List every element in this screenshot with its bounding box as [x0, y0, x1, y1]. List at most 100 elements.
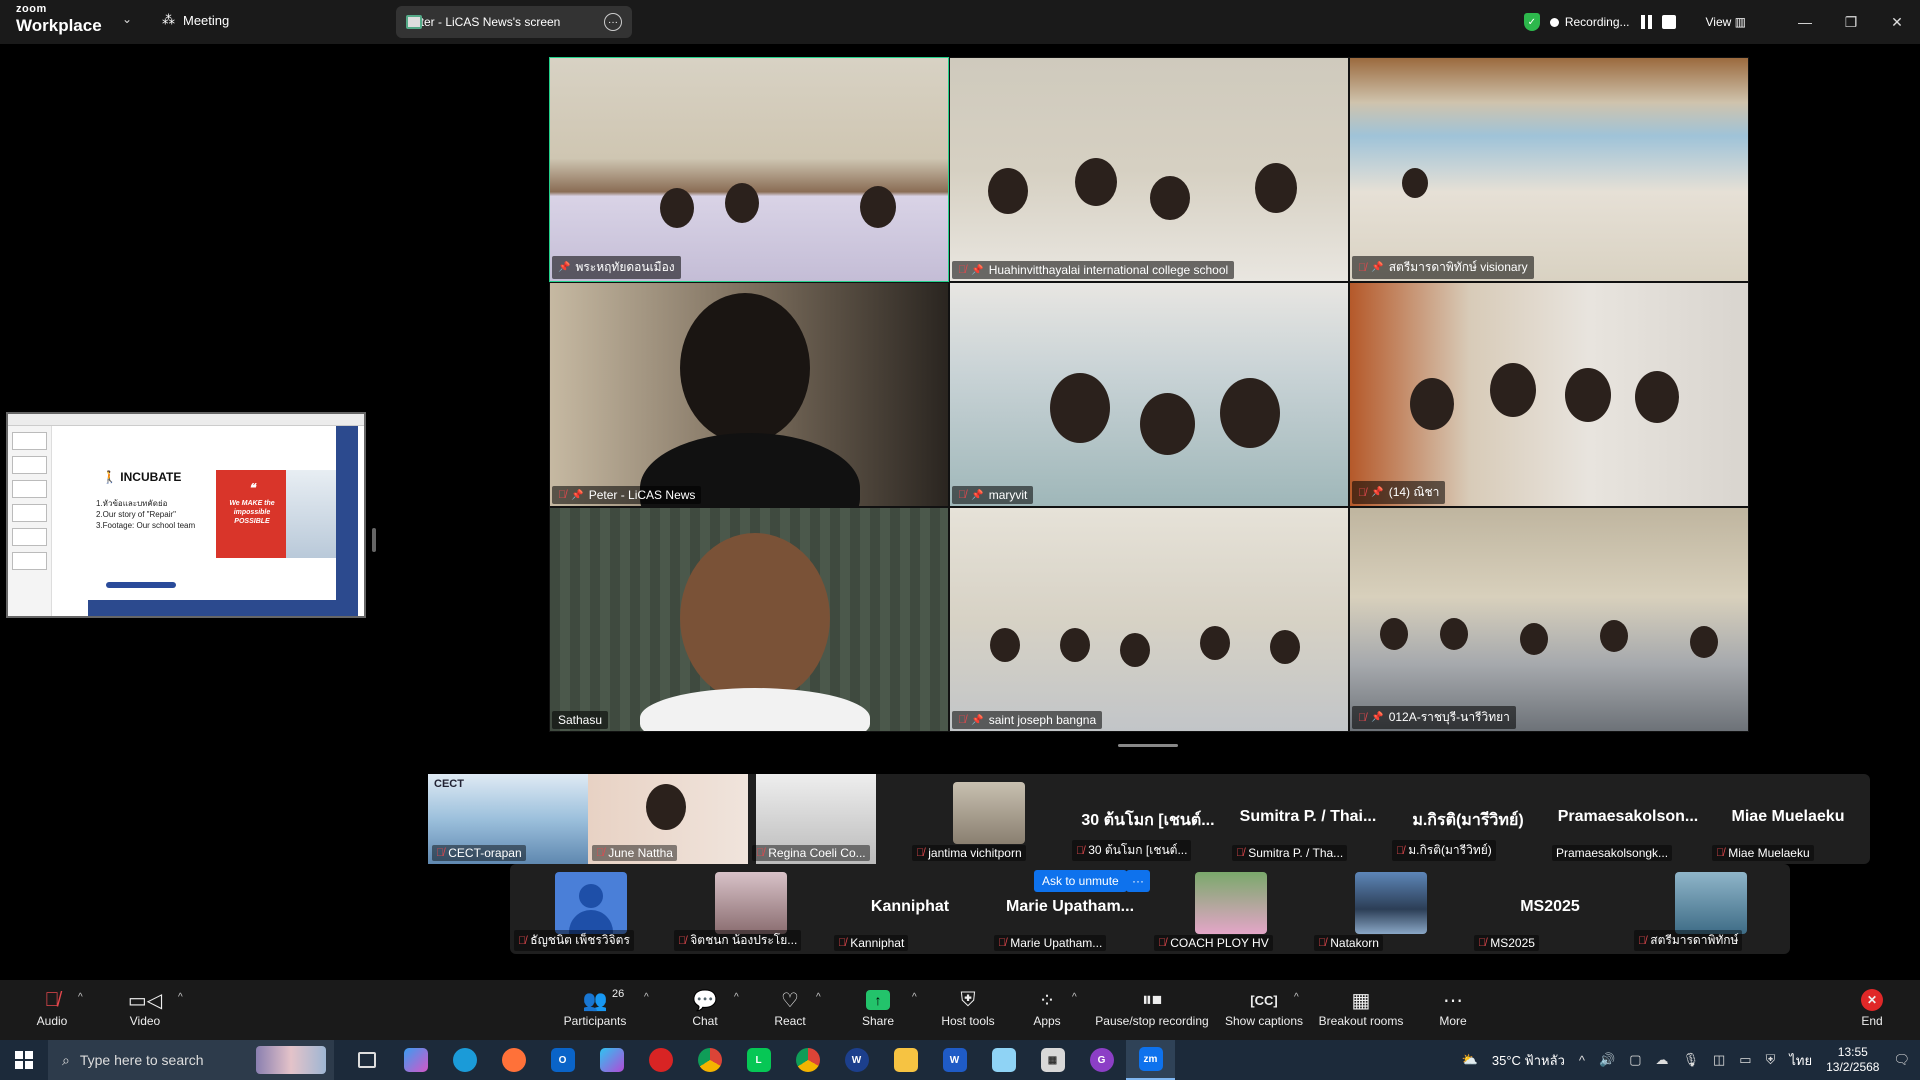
- network-icon[interactable]: ▭: [1739, 1052, 1751, 1068]
- line-app[interactable]: L: [734, 1040, 783, 1080]
- calculator-app[interactable]: ▦: [1028, 1040, 1077, 1080]
- clock[interactable]: 13:55 13/2/2568: [1826, 1045, 1879, 1075]
- minimize-icon[interactable]: —: [1782, 14, 1828, 30]
- security-icon[interactable]: ⛨: [1766, 1052, 1776, 1068]
- zoom-tray-icon[interactable]: ◫: [1713, 1052, 1725, 1068]
- video-tile[interactable]: 📌 พระหฤทัยดอนเมือง: [549, 57, 949, 282]
- shared-screen-preview[interactable]: 🚶 INCUBATE 1.หัวข้อและบทคัดย่อ 2.Our sto…: [6, 412, 366, 618]
- onedrive-cloud-icon[interactable]: ☁: [1655, 1052, 1668, 1068]
- encryption-shield-icon[interactable]: ✓: [1523, 13, 1540, 31]
- participant-thumbnail[interactable]: Kanniphat 🎙̸ Kanniphat: [830, 864, 990, 954]
- stop-recording-icon[interactable]: [1661, 15, 1676, 29]
- outlook-app[interactable]: O: [538, 1040, 587, 1080]
- taskbar-search-box[interactable]: ⌕ Type here to search: [48, 1040, 334, 1080]
- acrobat-app[interactable]: [636, 1040, 685, 1080]
- video-tile[interactable]: 🎙̸ 📌 012A-ราชบุรี-นารีวิทยา: [1349, 507, 1749, 732]
- audio-button[interactable]: 🎙̸ Audio: [30, 986, 74, 1029]
- react-caret-icon[interactable]: ^: [816, 992, 821, 1003]
- participant-thumbnail[interactable]: 🎙̸ สตรีมารดาพิทักษ์: [1630, 864, 1790, 954]
- thumbnail-more-button[interactable]: ···: [1126, 870, 1150, 892]
- video-tile[interactable]: 🎙̸ 📌 maryvit: [949, 282, 1349, 507]
- edge-app[interactable]: [440, 1040, 489, 1080]
- apps-button[interactable]: ⁘ Apps: [1032, 986, 1062, 1029]
- m365-app[interactable]: [587, 1040, 636, 1080]
- participant-thumbnail[interactable]: CECT 🎙̸ CECT-orapan: [428, 774, 588, 864]
- participant-thumbnail[interactable]: 🎙̸ จิตชนก น้องประโย...: [670, 864, 830, 954]
- chat-button[interactable]: 💬 Chat: [686, 986, 724, 1029]
- firefox-app[interactable]: [489, 1040, 538, 1080]
- participant-thumbnail[interactable]: Miae Muelaeku 🎙̸ Miae Muelaeku: [1708, 774, 1868, 864]
- participants-button[interactable]: 👥 26 Participants: [560, 986, 630, 1028]
- participant-figure: [1490, 363, 1536, 417]
- more-label: More: [1439, 1014, 1467, 1028]
- video-tile[interactable]: Sathasu: [549, 507, 949, 732]
- gallery-page-handle[interactable]: [1118, 744, 1178, 747]
- participants-caret-icon[interactable]: ^: [644, 992, 649, 1003]
- webex-app[interactable]: W: [832, 1040, 881, 1080]
- video-camera-icon: ▭◁: [127, 989, 163, 1012]
- close-icon[interactable]: ✕: [1874, 14, 1920, 31]
- participant-thumbnail[interactable]: 🎙̸ ธัญชนิต เพ็ชรวิจิตร: [510, 864, 670, 954]
- more-button[interactable]: ⋯ More: [1436, 986, 1470, 1029]
- tasks-app[interactable]: G: [1077, 1040, 1126, 1080]
- react-button[interactable]: ♡ React: [770, 986, 810, 1029]
- video-tile[interactable]: 🎙̸ 📌 saint joseph bangna: [949, 507, 1349, 732]
- microphone-icon[interactable]: 🎙: [1682, 1052, 1699, 1068]
- notifications-icon[interactable]: 🗨: [1893, 1052, 1910, 1068]
- speaker-icon[interactable]: 🔊: [1599, 1052, 1615, 1068]
- chat-caret-icon[interactable]: ^: [734, 992, 739, 1003]
- participant-thumbnail[interactable]: 🎙̸ June Nattha: [588, 774, 748, 864]
- pause-recording-icon[interactable]: [1640, 15, 1654, 29]
- participant-thumbnail[interactable]: Sumitra P. / Thai... 🎙̸ Sumitra P. / Tha.…: [1228, 774, 1388, 864]
- participant-thumbnail[interactable]: MS2025 🎙̸ MS2025: [1470, 864, 1630, 954]
- chrome-app[interactable]: [685, 1040, 734, 1080]
- apps-caret-icon[interactable]: ^: [1072, 992, 1077, 1003]
- resize-handle[interactable]: [372, 528, 376, 552]
- zoom-icon: zm: [1138, 1047, 1163, 1071]
- video-tile[interactable]: 🎙̸ 📌 Peter - LiCAS News: [549, 282, 949, 507]
- participant-thumbnail[interactable]: 🎙̸ COACH PLOY HV: [1150, 864, 1310, 954]
- participant-thumbnail[interactable]: 🎙̸ Regina Coeli Co...: [748, 774, 908, 864]
- host-tools-button[interactable]: ⛨ Host tools: [936, 986, 1000, 1029]
- pause-stop-recording-button[interactable]: ⏸⏹ Pause/stop recording: [1094, 986, 1210, 1029]
- video-tile[interactable]: 🎙̸ 📌 (14) ณิชา: [1349, 282, 1749, 507]
- file-explorer-app[interactable]: [881, 1040, 930, 1080]
- start-button[interactable]: [0, 1040, 48, 1080]
- view-grid-icon: ▥: [1734, 15, 1746, 29]
- participant-figure: [1410, 378, 1454, 430]
- show-captions-button[interactable]: [CC] Show captions: [1224, 986, 1304, 1029]
- participant-name-label: 🎙̸ 📌 012A-ราชบุรี-นารีวิทยา: [1352, 706, 1516, 729]
- participant-thumbnail[interactable]: 🎙̸ jantima vichitporn: [908, 774, 1068, 864]
- end-button[interactable]: ✕ End: [1858, 986, 1886, 1028]
- input-language[interactable]: ไทย: [1789, 1050, 1812, 1071]
- meeting-menu[interactable]: ⁂ Meeting: [162, 12, 229, 28]
- restore-icon[interactable]: ❐: [1828, 14, 1874, 31]
- view-button[interactable]: View ▥: [1706, 15, 1746, 29]
- breakout-rooms-button[interactable]: ▦ Breakout rooms: [1318, 986, 1404, 1029]
- captions-caret-icon[interactable]: ^: [1294, 992, 1299, 1003]
- ask-to-unmute-button[interactable]: Ask to unmute: [1034, 870, 1127, 892]
- participant-thumbnail[interactable]: 🎙̸ Natakorn: [1310, 864, 1470, 954]
- zoom-app[interactable]: zm: [1126, 1040, 1175, 1080]
- participant-thumbnail[interactable]: Pramaesakolson... Pramaesakolsongk...: [1548, 774, 1708, 864]
- more-icon[interactable]: ···: [604, 13, 622, 31]
- notepad-app[interactable]: [979, 1040, 1028, 1080]
- task-view-button[interactable]: [342, 1040, 391, 1080]
- video-options-caret-icon[interactable]: ^: [178, 992, 183, 1003]
- share-button[interactable]: ↑ Share: [858, 986, 898, 1028]
- participant-thumbnail[interactable]: ม.กิรติ(มารีวิทย์) 🎙̸ ม.กิรติ(มารีวิทย์): [1388, 774, 1548, 864]
- share-caret-icon[interactable]: ^: [912, 992, 917, 1003]
- chevron-down-icon[interactable]: ⌄: [122, 12, 132, 26]
- copilot-app[interactable]: [391, 1040, 440, 1080]
- word-app[interactable]: W: [930, 1040, 979, 1080]
- screen-share-pill[interactable]: Peter - LiCAS News's screen ···: [396, 6, 632, 38]
- audio-options-caret-icon[interactable]: ^: [78, 992, 83, 1003]
- device-icon[interactable]: ▢: [1629, 1052, 1641, 1068]
- weather-text[interactable]: 35°C ฟ้าหลัว: [1492, 1050, 1565, 1071]
- show-hidden-icons-icon[interactable]: ^: [1579, 1053, 1585, 1068]
- video-tile[interactable]: 🎙̸ 📌 Huahinvitthayalai international colle…: [949, 57, 1349, 282]
- chrome-profile-app[interactable]: [783, 1040, 832, 1080]
- video-button[interactable]: ▭◁ Video: [122, 986, 168, 1029]
- video-tile[interactable]: 🎙̸ 📌 สตรีมารดาพิทักษ์ visionary: [1349, 57, 1749, 282]
- participant-thumbnail[interactable]: 30 ต้นโมก [เชนต์... 🎙̸ 30 ต้นโมก [เชนต์..…: [1068, 774, 1228, 864]
